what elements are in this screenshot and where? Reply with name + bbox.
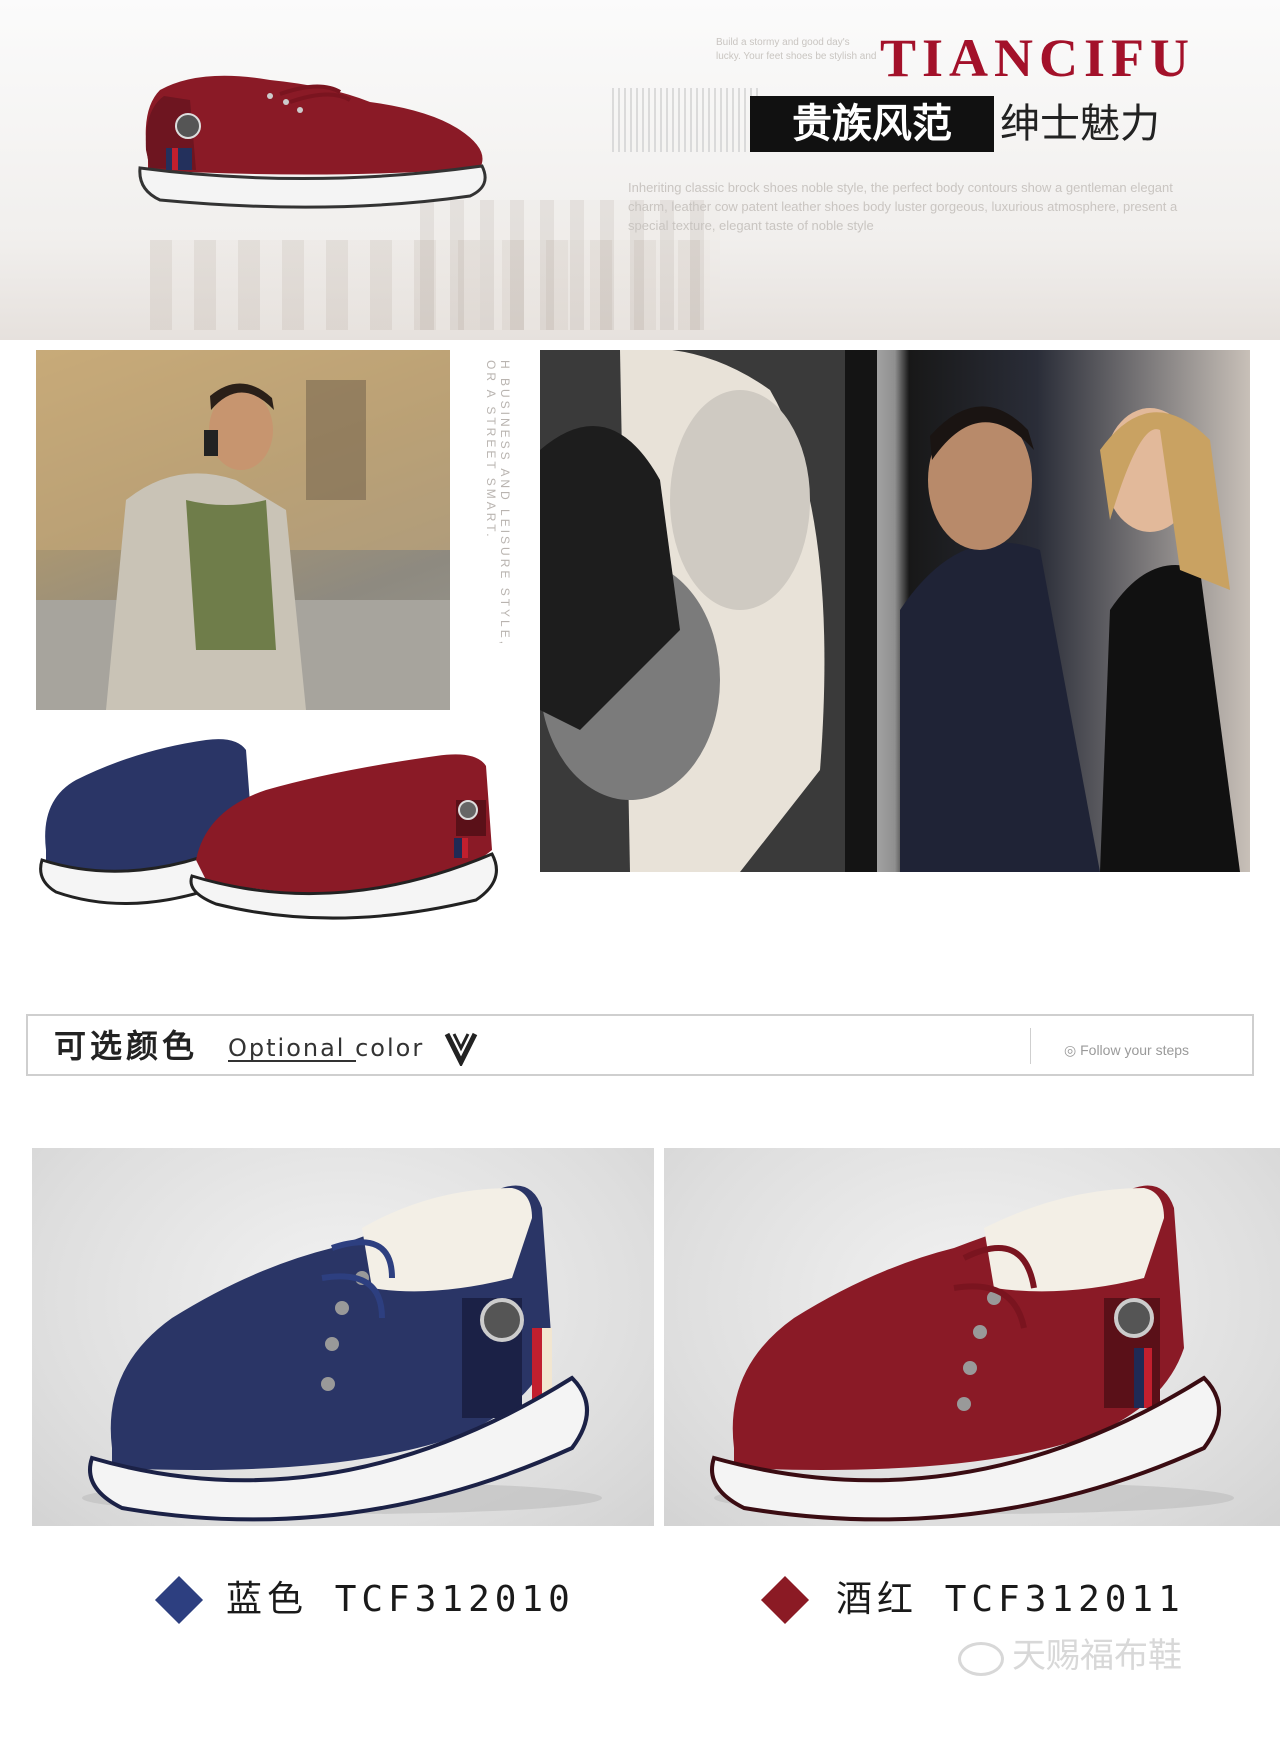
product-card-blue[interactable] [32, 1148, 654, 1526]
street-style-photo [36, 350, 450, 710]
stripe-decoration [612, 88, 762, 152]
follow-tagline: ◎ Follow your steps [1064, 1036, 1189, 1064]
product-code: TCF312011 [944, 1579, 1185, 1620]
footprint-icon: ◎ [1064, 1042, 1081, 1058]
follow-tagline-text: Follow your steps [1080, 1042, 1190, 1058]
header-divider [1030, 1028, 1031, 1064]
chevron-down-icon [444, 1032, 478, 1066]
description-line: special texture, elegant taste of noble … [628, 218, 874, 233]
label-wine: 酒红 TCF312011 [836, 1572, 1185, 1628]
description-line: Inheriting classic brock shoes noble sty… [628, 180, 1173, 195]
slogan-text: 绅士魅力 [1000, 101, 1160, 147]
watermark-text: 天赐福布鞋 [1012, 1636, 1182, 1676]
swatch-wine-icon [760, 1575, 810, 1625]
hero-faint-text-top: Build a stormy and good day's lucky. You… [716, 36, 886, 64]
faint-line: Build a stormy and good day's [716, 37, 850, 48]
color-name: 酒红 [836, 1579, 919, 1620]
wechat-icon [958, 1642, 1004, 1676]
hero-banner: Build a stormy and good day's lucky. You… [0, 0, 1280, 340]
man-with-phone-illustration [36, 350, 450, 710]
swatch-blue-icon [154, 1575, 204, 1625]
couples-photo [540, 350, 1250, 872]
description-line: charm, leather cow patent leather shoes … [628, 199, 1178, 214]
wine-shoe-image [710, 1185, 1234, 1522]
side-caption: H BUSINESS AND LEISURE STYLE, OR A STREE… [484, 360, 512, 648]
title-underline [228, 1060, 356, 1062]
couples-illustration [540, 350, 1240, 872]
hero-shoe-image [138, 75, 487, 209]
option-title-cn: 可选颜色 [54, 1027, 199, 1065]
slogan-highlight: 贵族风范 [750, 96, 994, 152]
faint-line: lucky. Your feet shoes be stylish and [716, 51, 877, 62]
brand-logo: TIANCIFU [880, 28, 1196, 88]
label-blue: 蓝色 TCF312010 [226, 1572, 575, 1628]
blue-shoe-image [82, 1185, 602, 1522]
two-shoes-photo [36, 720, 536, 920]
hero-description: Inheriting classic brock shoes noble sty… [628, 178, 1228, 235]
product-card-wine[interactable] [664, 1148, 1280, 1526]
color-name: 蓝色 [226, 1579, 309, 1620]
product-code: TCF312010 [334, 1579, 575, 1620]
